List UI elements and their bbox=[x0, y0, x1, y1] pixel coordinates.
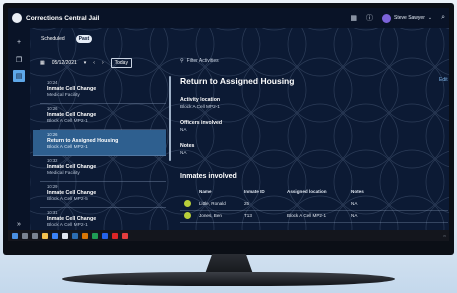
inmate-name: Jones, Ben bbox=[199, 213, 222, 218]
activity-location: Medical Facility bbox=[47, 93, 80, 98]
search-icon[interactable]: ⌕ bbox=[441, 14, 445, 22]
activity-location-value: Block A Cell MP2-1 bbox=[180, 104, 220, 109]
date-value[interactable]: 05/12/2021 bbox=[52, 60, 77, 66]
notes-value: NA bbox=[180, 150, 187, 155]
chevron-down-icon[interactable]: ▾ bbox=[84, 60, 87, 66]
tab-past[interactable]: Past bbox=[75, 35, 93, 43]
inmates-section-title: Inmates involved bbox=[180, 173, 237, 180]
edit-button[interactable]: Edit bbox=[439, 77, 448, 83]
activity-list: 10:24 Inmate Cell Change Medical Facilit… bbox=[33, 78, 166, 234]
mail-icon[interactable] bbox=[72, 232, 78, 239]
chevron-down-icon: ⌄ bbox=[427, 15, 433, 21]
info-icon[interactable]: ⓘ bbox=[366, 13, 373, 23]
activity-time: 10:26 bbox=[47, 106, 58, 111]
activity-title: Inmate Cell Change bbox=[47, 216, 97, 222]
pinned-app-icon[interactable] bbox=[122, 232, 128, 239]
inmate-id: 25 bbox=[244, 201, 250, 206]
activity-location: Block A Cell MP2-1 bbox=[47, 223, 88, 228]
monitor-stand-base bbox=[62, 272, 395, 286]
start-icon[interactable] bbox=[12, 232, 18, 239]
search-icon[interactable] bbox=[22, 232, 28, 239]
detail-title: Return to Assigned Housing bbox=[180, 76, 295, 86]
inmate-avatar bbox=[184, 212, 191, 219]
list-item[interactable]: 10:32 Inmate Cell Change Medical Facilit… bbox=[40, 156, 166, 182]
copy-icon[interactable]: ❐ bbox=[13, 54, 25, 66]
column-header-name: Name bbox=[199, 189, 212, 194]
filter-icon: ⚲ bbox=[180, 58, 184, 64]
inmate-notes: NA bbox=[351, 213, 358, 218]
app-logo bbox=[12, 13, 22, 23]
system-tray-icon[interactable]: ▭ bbox=[443, 234, 446, 238]
activity-location: Block A Cell MP2-1 bbox=[47, 145, 88, 150]
inmate-avatar bbox=[184, 200, 191, 207]
activity-time: 10:24 bbox=[47, 80, 58, 85]
activity-time: 10:31 bbox=[47, 210, 58, 215]
activity-title: Inmate Cell Change bbox=[47, 86, 97, 92]
monitor-frame: Corrections Central Jail ▦ ⓘ Steve Sawye… bbox=[3, 3, 454, 255]
activity-location: Block A Cell MP2-5 bbox=[47, 197, 88, 202]
officers-label: Officers involved bbox=[180, 120, 223, 126]
list-item-selected[interactable]: 10:26 Return to Assigned Housing Block A… bbox=[33, 130, 166, 156]
task-view-icon[interactable] bbox=[32, 232, 38, 239]
activity-title: Inmate Cell Change bbox=[47, 164, 97, 170]
filter-activities-button[interactable]: ⚲ Filter Activities bbox=[180, 58, 219, 64]
column-header-notes: Notes bbox=[351, 189, 364, 194]
list-item[interactable]: 10:29 Inmate Cell Change Block A Cell MP… bbox=[40, 182, 166, 208]
list-item[interactable]: 10:26 Inmate Cell Change Block A Cell MP… bbox=[40, 104, 166, 130]
table-row[interactable]: Jones, Ben T13 Block A Cell MP2-1 NA bbox=[180, 210, 448, 223]
top-bar-actions: ▦ ⓘ Steve Sawyer ⌄ ⌕ bbox=[350, 8, 445, 28]
app-icon[interactable] bbox=[82, 232, 88, 239]
store-icon[interactable] bbox=[62, 232, 68, 239]
notes-label: Notes bbox=[180, 143, 195, 149]
tab-scheduled[interactable]: Scheduled bbox=[38, 35, 68, 43]
activity-time: 10:32 bbox=[47, 158, 58, 163]
left-nav-rail: + ❐ ▤ » bbox=[8, 28, 30, 230]
date-navigation: ▦ 05/12/2021 ▾ ‹ › Today bbox=[40, 58, 132, 68]
officers-value: NA bbox=[180, 127, 187, 132]
add-icon[interactable]: + bbox=[13, 36, 25, 48]
grid-icon[interactable]: ▦ bbox=[350, 14, 357, 22]
app-title: Corrections Central Jail bbox=[26, 14, 100, 22]
calendar-icon[interactable]: ▦ bbox=[40, 60, 45, 66]
avatar bbox=[382, 13, 392, 23]
user-name: Steve Sawyer bbox=[394, 15, 425, 21]
inmate-name: Little, Ronald bbox=[199, 201, 226, 206]
filter-label: Filter Activities bbox=[186, 58, 219, 64]
today-button[interactable]: Today bbox=[110, 58, 132, 68]
activity-title: Inmate Cell Change bbox=[47, 190, 97, 196]
activity-title: Return to Assigned Housing bbox=[47, 138, 119, 144]
inmate-notes: NA bbox=[351, 201, 358, 206]
activity-location: Medical Facility bbox=[47, 171, 80, 176]
column-header-assigned-location: Assigned location bbox=[287, 189, 327, 194]
app-screen: Corrections Central Jail ▦ ⓘ Steve Sawye… bbox=[8, 8, 449, 241]
browser-icon[interactable] bbox=[52, 232, 58, 239]
top-bar: Corrections Central Jail ▦ ⓘ Steve Sawye… bbox=[8, 8, 449, 28]
list-item[interactable]: 10:24 Inmate Cell Change Medical Facilit… bbox=[40, 78, 166, 104]
excel-icon[interactable] bbox=[92, 232, 98, 239]
activity-time: 10:26 bbox=[47, 132, 58, 137]
activity-location-label: Activity location bbox=[180, 97, 221, 103]
inmate-id: T13 bbox=[244, 213, 252, 218]
previous-day-icon[interactable]: ‹ bbox=[93, 60, 95, 66]
expand-nav-icon[interactable]: » bbox=[13, 218, 25, 230]
powerpoint-icon[interactable] bbox=[112, 232, 118, 239]
activity-log-icon[interactable]: ▤ bbox=[13, 70, 25, 82]
column-header-inmate-id: Inmate ID bbox=[244, 189, 265, 194]
inmate-location: Block A Cell MP2-1 bbox=[287, 213, 327, 218]
activity-location: Block A Cell MP2-1 bbox=[47, 119, 88, 124]
user-menu[interactable]: Steve Sawyer ⌄ bbox=[382, 13, 433, 23]
list-scrollbar[interactable] bbox=[169, 76, 171, 161]
activity-title: Inmate Cell Change bbox=[47, 112, 97, 118]
next-day-icon[interactable]: › bbox=[102, 60, 104, 66]
os-taskbar: ▭ bbox=[8, 230, 449, 241]
word-icon[interactable] bbox=[102, 232, 108, 239]
activity-tabs: Scheduled Past bbox=[38, 35, 93, 43]
activity-time: 10:29 bbox=[47, 184, 58, 189]
folder-icon[interactable] bbox=[42, 232, 48, 239]
monitor-stand-neck bbox=[205, 254, 253, 274]
